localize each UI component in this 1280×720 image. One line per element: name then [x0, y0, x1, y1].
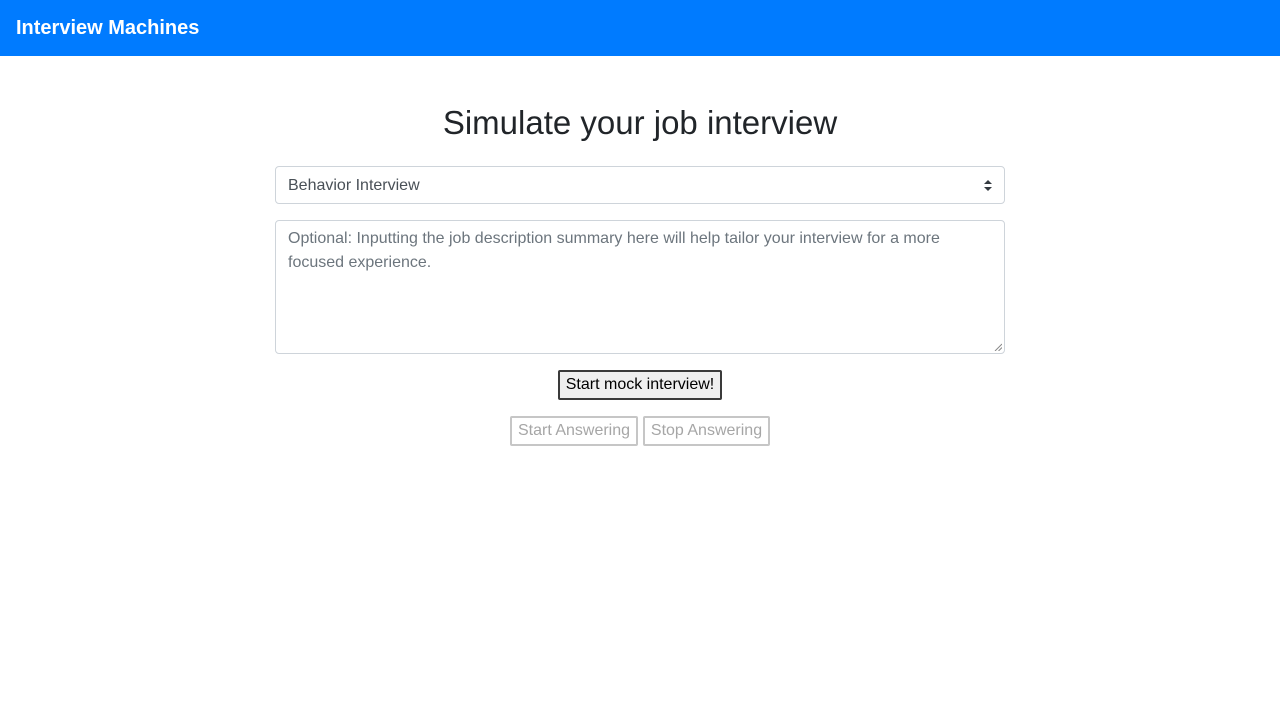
brand-link[interactable]: Interview Machines: [16, 16, 199, 40]
interview-type-selected-value: Behavior Interview: [288, 177, 420, 194]
interview-type-select[interactable]: Behavior Interview: [275, 166, 1005, 204]
job-description-textarea[interactable]: [276, 221, 1004, 353]
page-title: Simulate your job interview: [442, 104, 838, 141]
start-mock-interview-button[interactable]: Start mock interview!: [558, 370, 722, 400]
stop-answering-button[interactable]: Stop Answering: [643, 416, 770, 446]
resize-grip-icon[interactable]: [994, 343, 1002, 351]
start-answering-button[interactable]: Start Answering: [510, 416, 638, 446]
select-arrows-icon: [984, 180, 992, 191]
job-description-field-container: [275, 220, 1005, 354]
navbar: Interview Machines: [0, 0, 1280, 56]
